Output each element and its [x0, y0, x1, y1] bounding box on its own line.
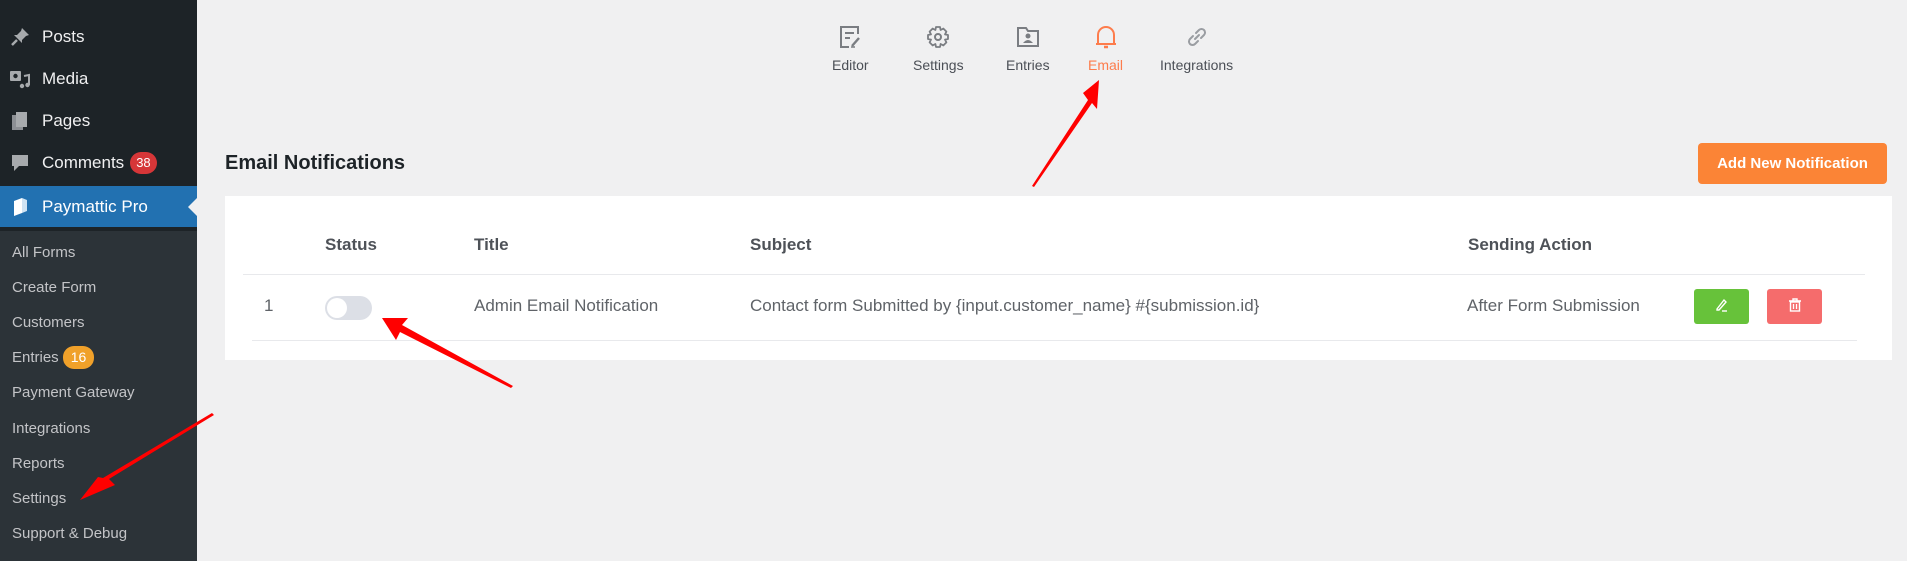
row-sending-action: After Form Submission	[1467, 296, 1640, 315]
submenu-label: Reports	[12, 454, 65, 472]
entries-folder-icon	[1015, 24, 1041, 50]
media-icon	[9, 68, 31, 90]
submenu-integrations[interactable]: Integrations	[12, 415, 90, 441]
sidebar-item-label: Comments	[42, 153, 125, 172]
submenu-label: Support & Debug	[12, 524, 128, 542]
link-icon	[1184, 24, 1210, 50]
submenu-label: All Forms	[12, 243, 76, 261]
entries-count-badge: 16	[62, 345, 95, 369]
sidebar-item-media[interactable]: Media	[0, 59, 197, 99]
column-header-status: Status	[325, 235, 377, 254]
sidebar-item-label: Paymattic Pro	[42, 196, 148, 216]
sidebar-item-label: Posts	[42, 27, 85, 46]
delete-button[interactable]	[1767, 289, 1822, 324]
tab-integrations[interactable]: Integrations	[1160, 24, 1233, 73]
submenu-label: Payment Gateway	[12, 383, 135, 401]
submenu-label: Create Form	[12, 278, 97, 296]
page-title: Email Notifications	[225, 152, 406, 174]
pencil-icon	[1714, 297, 1730, 316]
tab-label: Editor	[832, 57, 869, 73]
sidebar-item-label: Pages	[42, 111, 91, 130]
row-subject: Contact form Submitted by {input.custome…	[750, 296, 1260, 315]
sidebar-item-label: Media	[42, 69, 89, 88]
comment-icon	[9, 152, 31, 174]
submenu-entries[interactable]: Entries 16	[12, 344, 95, 370]
arrow-to-email-tab	[1032, 80, 1099, 187]
header-divider	[243, 274, 1865, 275]
column-header-sending-action: Sending Action	[1468, 235, 1593, 254]
row-index: 1	[264, 296, 274, 315]
sidebar-item-paymattic-pro[interactable]: Paymattic Pro	[0, 186, 197, 227]
editor-icon	[837, 24, 863, 50]
tab-editor[interactable]: Editor	[832, 24, 869, 73]
trash-icon	[1787, 297, 1803, 316]
sidebar-item-comments[interactable]: Comments 38	[0, 143, 197, 183]
submenu-label: Integrations	[12, 419, 91, 437]
notifications-table	[225, 196, 1892, 360]
tab-entries[interactable]: Entries	[1006, 24, 1050, 73]
submenu-label: Entries	[12, 348, 59, 366]
tab-label: Entries	[1006, 57, 1050, 73]
paymattic-icon	[9, 196, 31, 218]
admin-sidebar: Posts Media Pages Comments 38 Paymattic …	[0, 0, 197, 561]
gear-icon	[925, 24, 951, 50]
submenu-settings[interactable]: Settings	[12, 485, 66, 511]
submenu-payment-gateway[interactable]: Payment Gateway	[12, 379, 135, 405]
row-title: Admin Email Notification	[474, 296, 659, 315]
submenu-all-forms[interactable]: All Forms	[12, 239, 75, 265]
add-new-notification-button[interactable]: Add New Notification	[1698, 143, 1887, 184]
comments-count-badge: 38	[130, 152, 157, 174]
submenu-create-form[interactable]: Create Form	[12, 274, 96, 300]
submenu-label: Customers	[12, 313, 85, 331]
tab-email[interactable]: Email	[1088, 24, 1123, 73]
sidebar-item-pages[interactable]: Pages	[0, 101, 197, 141]
column-header-subject: Subject	[750, 235, 812, 254]
tab-settings[interactable]: Settings	[913, 24, 964, 73]
tab-label: Email	[1088, 57, 1124, 73]
tab-label: Integrations	[1160, 57, 1234, 73]
tab-label: Settings	[913, 57, 964, 73]
sidebar-item-posts[interactable]: Posts	[0, 17, 197, 57]
column-header-title: Title	[474, 235, 509, 254]
submenu-reports[interactable]: Reports	[12, 450, 65, 476]
row-divider	[252, 340, 1857, 341]
pages-icon	[9, 110, 31, 132]
paymattic-submenu: All Forms Create Form Customers Entries …	[0, 231, 197, 561]
edit-button[interactable]	[1694, 289, 1749, 324]
toggle-knob	[327, 298, 347, 318]
submenu-customers[interactable]: Customers	[12, 309, 85, 335]
bell-icon	[1093, 24, 1119, 50]
submenu-label: Settings	[12, 489, 67, 507]
status-toggle[interactable]	[325, 296, 372, 320]
submenu-support-debug[interactable]: Support & Debug	[12, 520, 127, 546]
active-indicator	[188, 197, 197, 216]
pin-icon	[9, 26, 31, 48]
